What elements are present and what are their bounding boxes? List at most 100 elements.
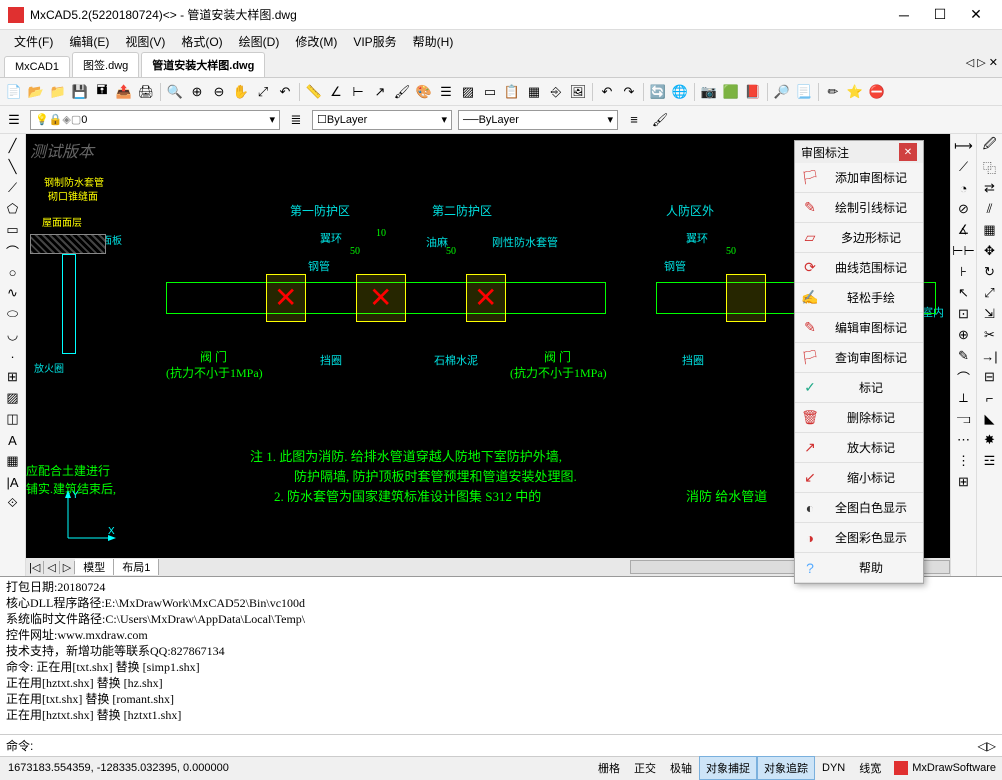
zoom-in-icon[interactable]: ⊕: [187, 82, 207, 102]
tab-nav[interactable]: ◁ ▷ ✕: [966, 56, 998, 69]
more1-icon[interactable]: ⋯: [954, 430, 974, 450]
review-item-5[interactable]: ✎编辑审图标记: [795, 313, 923, 343]
dim-edit-icon[interactable]: ✎: [954, 346, 974, 366]
pan-icon[interactable]: ✋: [231, 82, 251, 102]
status-osnap[interactable]: 对象捕捉: [699, 756, 757, 780]
status-otrack[interactable]: 对象追踪: [757, 756, 815, 780]
camera-icon[interactable]: 📷: [699, 82, 719, 102]
layer-filter-icon[interactable]: ≣: [286, 110, 306, 130]
explode-icon[interactable]: ✸: [980, 430, 1000, 450]
status-lwt[interactable]: 线宽: [852, 756, 888, 780]
review-item-9[interactable]: ↗放大标记: [795, 433, 923, 463]
review-item-13[interactable]: ?帮助: [795, 553, 923, 583]
stretch-icon[interactable]: ⇲: [980, 304, 1000, 324]
layer-select[interactable]: 💡🔒◈▢ 0 ▾: [30, 110, 280, 130]
rotate-icon[interactable]: ↻: [980, 262, 1000, 282]
fillet-icon[interactable]: ⌐: [980, 388, 1000, 408]
review-item-6[interactable]: 🏳查询审图标记: [795, 343, 923, 373]
ord-dim-icon[interactable]: ⟂: [954, 388, 974, 408]
minimize-button[interactable]: ─: [886, 0, 922, 30]
new-icon[interactable]: 📄: [4, 82, 24, 102]
dim-linear-icon[interactable]: ⟼: [954, 136, 974, 156]
brand[interactable]: MxDrawSoftware: [888, 761, 1002, 775]
dim-baseline-icon[interactable]: ⊦: [954, 262, 974, 282]
brush-icon[interactable]: 🖌: [392, 82, 412, 102]
ray-icon[interactable]: ╲: [3, 157, 23, 177]
ellipse-arc-icon[interactable]: ◡: [3, 325, 23, 345]
leader2-icon[interactable]: ↖: [954, 283, 974, 303]
hatch-tool-icon[interactable]: ▨: [3, 388, 23, 408]
measure-icon[interactable]: 📏: [304, 82, 324, 102]
openall-icon[interactable]: 📁: [48, 82, 68, 102]
polygon-icon[interactable]: ⬠: [3, 199, 23, 219]
point-icon[interactable]: ·: [3, 346, 23, 366]
menu-format[interactable]: 格式(O): [173, 30, 230, 53]
spline-icon[interactable]: ∿: [3, 283, 23, 303]
save-icon[interactable]: 💾: [70, 82, 90, 102]
export-icon[interactable]: 📤: [114, 82, 134, 102]
props-icon[interactable]: ☲: [980, 451, 1000, 471]
undo-icon[interactable]: ↶: [597, 82, 617, 102]
chamfer-icon[interactable]: ◣: [980, 409, 1000, 429]
review-item-10[interactable]: ↙缩小标记: [795, 463, 923, 493]
polyline-icon[interactable]: ⟋: [3, 178, 23, 198]
block-ins-icon[interactable]: ⊞: [3, 367, 23, 387]
offset-icon[interactable]: ⫽: [980, 199, 1000, 219]
review-item-3[interactable]: ⟳曲线范围标记: [795, 253, 923, 283]
tab-guandao[interactable]: 管道安装大样图.dwg: [141, 52, 265, 77]
paint-icon[interactable]: 🖌: [650, 110, 670, 130]
cmd-scroll-right-icon[interactable]: ▷: [987, 739, 996, 753]
trim-icon[interactable]: ✂: [980, 325, 1000, 345]
globe-icon[interactable]: 🌐: [670, 82, 690, 102]
zoom-window-icon[interactable]: 🔍: [165, 82, 185, 102]
center-icon[interactable]: ⊕: [954, 325, 974, 345]
dim-radius-icon[interactable]: ◔: [954, 178, 974, 198]
menu-draw[interactable]: 绘图(D): [231, 30, 288, 53]
saveas-icon[interactable]: 🖬: [92, 82, 112, 102]
insert-icon[interactable]: ⎆: [546, 82, 566, 102]
review-item-8[interactable]: 🗑删除标记: [795, 403, 923, 433]
array-icon[interactable]: ▦: [980, 220, 1000, 240]
zoom-out-icon[interactable]: ⊖: [209, 82, 229, 102]
tolerance-icon[interactable]: ⊡: [954, 304, 974, 324]
status-ortho[interactable]: 正交: [627, 756, 663, 780]
menu-vip[interactable]: VIP服务: [345, 30, 404, 53]
menu-view[interactable]: 视图(V): [117, 30, 173, 53]
review-item-1[interactable]: ✎绘制引线标记: [795, 193, 923, 223]
close-button[interactable]: ✕: [958, 0, 994, 30]
palette-icon[interactable]: 🎨: [414, 82, 434, 102]
layout1-tab[interactable]: 布局1: [114, 559, 159, 575]
rect-icon[interactable]: ▭: [3, 220, 23, 240]
scale-icon[interactable]: ⤢: [980, 283, 1000, 303]
linetype-icon[interactable]: ≡: [624, 110, 644, 130]
zoom-prev-icon[interactable]: ↶: [275, 82, 295, 102]
redo-icon[interactable]: ↷: [619, 82, 639, 102]
region-tool-icon[interactable]: ◫: [3, 409, 23, 429]
copy-icon[interactable]: ⿻: [980, 157, 1000, 177]
text-icon[interactable]: A: [3, 430, 23, 450]
review-item-2[interactable]: ▱多边形标记: [795, 223, 923, 253]
circle-icon[interactable]: ○: [3, 262, 23, 282]
dim-diameter-icon[interactable]: ⊘: [954, 199, 974, 219]
layer-mgr-icon[interactable]: 📋: [502, 82, 522, 102]
review-item-0[interactable]: 🏳添加审图标记: [795, 163, 923, 193]
region-icon[interactable]: ▭: [480, 82, 500, 102]
model-tab[interactable]: 模型: [75, 559, 114, 575]
table-icon[interactable]: ▦: [3, 451, 23, 471]
angle-icon[interactable]: ∠: [326, 82, 346, 102]
review-item-4[interactable]: ✍轻松手绘: [795, 283, 923, 313]
menu-file[interactable]: 文件(F): [6, 30, 61, 53]
status-polar[interactable]: 极轴: [663, 756, 699, 780]
more3-icon[interactable]: ⊞: [954, 472, 974, 492]
jog-dim-icon[interactable]: ⫎: [954, 409, 974, 429]
command-input[interactable]: [33, 739, 977, 753]
book-icon[interactable]: 📕: [743, 82, 763, 102]
command-history[interactable]: 打包日期:20180724 核心DLL程序路径:E:\MxDrawWork\Mx…: [0, 576, 1002, 734]
dim-tool-icon[interactable]: ⟐: [3, 493, 23, 513]
tab-right-icon[interactable]: ▷: [60, 561, 75, 574]
note-icon[interactable]: 🟩: [721, 82, 741, 102]
mtext-icon[interactable]: |A: [3, 472, 23, 492]
dim-angle-icon[interactable]: ∡: [954, 220, 974, 240]
linetype-select[interactable]: ── ByLayer▾: [458, 110, 618, 130]
mirror-icon[interactable]: ⇄: [980, 178, 1000, 198]
